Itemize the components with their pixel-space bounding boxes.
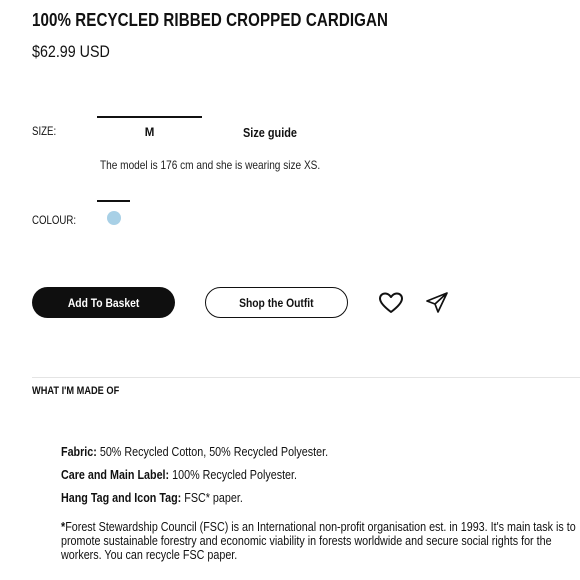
tag-value: FSC* paper. (184, 490, 243, 505)
colour-selected-indicator (97, 200, 130, 202)
section-divider (32, 377, 580, 378)
fabric-label: Fabric: (61, 445, 97, 459)
care-value: 100% Recycled Polyester. (172, 467, 298, 482)
heart-icon[interactable] (377, 289, 405, 317)
tag-label: Hang Tag and Icon Tag: (61, 490, 182, 505)
add-to-basket-button[interactable]: Add To Basket (32, 287, 175, 318)
size-label: SIZE: (32, 126, 57, 138)
colour-label: COLOUR: (32, 215, 77, 227)
tag-row: Hang Tag and Icon Tag: FSC* paper. (61, 490, 525, 506)
colour-swatch-light-blue[interactable] (107, 211, 121, 225)
materials-section-title[interactable]: WHAT I'M MADE OF (32, 385, 136, 397)
model-size-note: The model is 176 cm and she is wearing s… (100, 158, 321, 172)
care-label: Care and Main Label: (61, 467, 170, 482)
fabric-value: 50% Recycled Cotton, 50% Recycled Polyes… (99, 445, 329, 459)
fsc-note: *Forest Stewardship Council (FSC) is an … (61, 520, 580, 562)
shop-the-outfit-button[interactable]: Shop the Outfit (205, 287, 348, 318)
size-option-selected[interactable]: M (97, 127, 202, 139)
care-label-row: Care and Main Label: 100% Recycled Polye… (61, 467, 525, 483)
fabric-row: Fabric: 50% Recycled Cotton, 50% Recycle… (61, 445, 525, 460)
size-guide-link[interactable]: Size guide (243, 125, 307, 140)
product-title: 100% RECYCLED RIBBED CROPPED CARDIGAN (32, 10, 388, 30)
product-price: $62.99 USD (32, 42, 110, 61)
send-icon[interactable] (423, 289, 451, 317)
fsc-note-text: Forest Stewardship Council (FSC) is an I… (61, 520, 576, 562)
materials-details: Fabric: 50% Recycled Cotton, 50% Recycle… (61, 445, 580, 514)
